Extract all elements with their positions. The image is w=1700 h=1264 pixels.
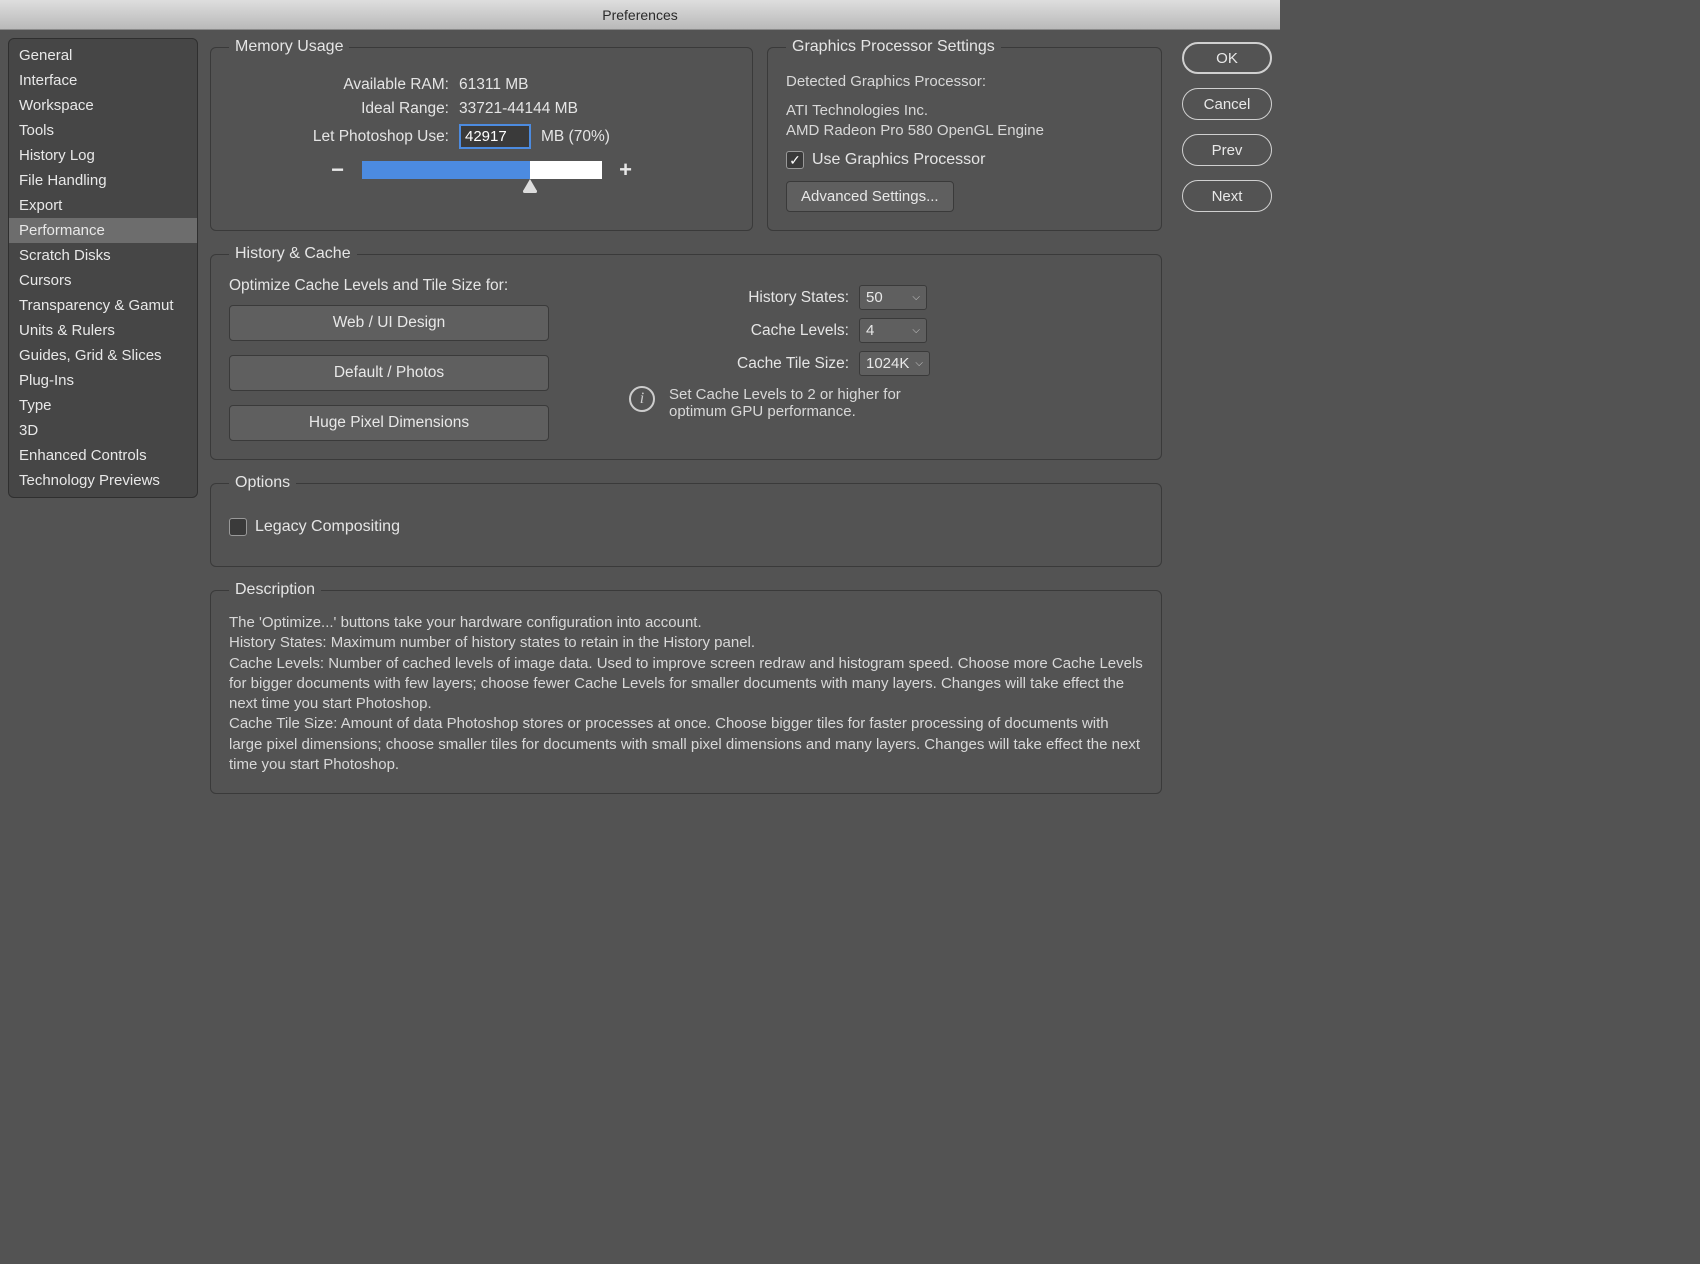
cache-levels-value: 4 xyxy=(866,322,874,339)
memory-slider[interactable] xyxy=(362,161,602,179)
history-cache-legend: History & Cache xyxy=(229,245,357,263)
legacy-compositing-checkbox[interactable] xyxy=(229,518,247,536)
cache-info-text: Set Cache Levels to 2 or higher for opti… xyxy=(669,386,929,420)
sidebar-item-file-handling[interactable]: File Handling xyxy=(9,168,197,193)
sidebar-item-interface[interactable]: Interface xyxy=(9,68,197,93)
ideal-range-label: Ideal Range: xyxy=(229,100,449,118)
history-states-value: 50 xyxy=(866,289,883,306)
gpu-device: AMD Radeon Pro 580 OpenGL Engine xyxy=(786,122,1143,139)
memory-usage-legend: Memory Usage xyxy=(229,38,349,56)
gpu-settings-legend: Graphics Processor Settings xyxy=(786,38,1001,56)
memory-input[interactable] xyxy=(459,124,531,149)
sidebar-item-units-rulers[interactable]: Units & Rulers xyxy=(9,318,197,343)
prev-button[interactable]: Prev xyxy=(1182,134,1272,166)
available-ram-value: 61311 MB xyxy=(459,76,529,94)
history-states-label: History States: xyxy=(589,289,849,307)
optimize-button-huge-pixel-dimensions[interactable]: Huge Pixel Dimensions xyxy=(229,405,549,441)
available-ram-label: Available RAM: xyxy=(229,76,449,94)
history-cache-panel: History & Cache Optimize Cache Levels an… xyxy=(210,245,1162,460)
sidebar-item-enhanced-controls[interactable]: Enhanced Controls xyxy=(9,443,197,468)
history-states-dropdown[interactable]: 50 ⌵ xyxy=(859,285,927,310)
sidebar-item-general[interactable]: General xyxy=(9,43,197,68)
sidebar-item-cursors[interactable]: Cursors xyxy=(9,268,197,293)
memory-increase-button[interactable]: + xyxy=(616,157,636,183)
advanced-settings-button[interactable]: Advanced Settings... xyxy=(786,181,954,212)
description-panel: Description The 'Optimize...' buttons ta… xyxy=(210,581,1162,794)
cache-levels-label: Cache Levels: xyxy=(589,322,849,340)
description-legend: Description xyxy=(229,581,321,599)
window-title: Preferences xyxy=(0,0,1280,30)
sidebar-item-workspace[interactable]: Workspace xyxy=(9,93,197,118)
optimize-button-default-photos[interactable]: Default / Photos xyxy=(229,355,549,391)
description-text: The 'Optimize...' buttons take your hard… xyxy=(229,613,1143,775)
chevron-down-icon: ⌵ xyxy=(915,358,923,369)
sidebar-item-export[interactable]: Export xyxy=(9,193,197,218)
preferences-sidebar: GeneralInterfaceWorkspaceToolsHistory Lo… xyxy=(8,38,198,498)
sidebar-item-performance[interactable]: Performance xyxy=(9,218,197,243)
sidebar-item-type[interactable]: Type xyxy=(9,393,197,418)
chevron-down-icon: ⌵ xyxy=(912,325,920,336)
optimize-button-web-ui-design[interactable]: Web / UI Design xyxy=(229,305,549,341)
gpu-vendor: ATI Technologies Inc. xyxy=(786,102,1143,119)
use-gpu-checkbox[interactable] xyxy=(786,151,804,169)
memory-usage-panel: Memory Usage Available RAM: 61311 MB Ide… xyxy=(210,38,753,231)
sidebar-item-3d[interactable]: 3D xyxy=(9,418,197,443)
memory-suffix: MB (70%) xyxy=(541,128,610,146)
cache-tile-size-label: Cache Tile Size: xyxy=(589,355,849,373)
ok-button[interactable]: OK xyxy=(1182,42,1272,74)
cache-tile-size-dropdown[interactable]: 1024K ⌵ xyxy=(859,351,930,376)
sidebar-item-transparency-gamut[interactable]: Transparency & Gamut xyxy=(9,293,197,318)
cache-levels-dropdown[interactable]: 4⌵ xyxy=(859,318,927,343)
legacy-compositing-label: Legacy Compositing xyxy=(255,518,400,536)
ideal-range-value: 33721-44144 MB xyxy=(459,100,578,118)
sidebar-item-technology-previews[interactable]: Technology Previews xyxy=(9,468,197,493)
sidebar-item-scratch-disks[interactable]: Scratch Disks xyxy=(9,243,197,268)
let-photoshop-use-label: Let Photoshop Use: xyxy=(229,128,449,146)
optimize-label: Optimize Cache Levels and Tile Size for: xyxy=(229,277,549,295)
info-icon: i xyxy=(629,386,655,412)
use-gpu-label: Use Graphics Processor xyxy=(812,151,985,169)
sidebar-item-history-log[interactable]: History Log xyxy=(9,143,197,168)
gpu-settings-panel: Graphics Processor Settings Detected Gra… xyxy=(767,38,1162,231)
cancel-button[interactable]: Cancel xyxy=(1182,88,1272,120)
options-legend: Options xyxy=(229,474,296,492)
cache-tile-size-value: 1024K xyxy=(866,355,909,372)
sidebar-item-tools[interactable]: Tools xyxy=(9,118,197,143)
next-button[interactable]: Next xyxy=(1182,180,1272,212)
sidebar-item-guides-grid-slices[interactable]: Guides, Grid & Slices xyxy=(9,343,197,368)
chevron-down-icon: ⌵ xyxy=(912,292,920,303)
options-panel: Options Legacy Compositing xyxy=(210,474,1162,567)
detected-gpu-label: Detected Graphics Processor: xyxy=(786,73,1143,90)
sidebar-item-plug-ins[interactable]: Plug-Ins xyxy=(9,368,197,393)
memory-decrease-button[interactable]: − xyxy=(328,157,348,183)
